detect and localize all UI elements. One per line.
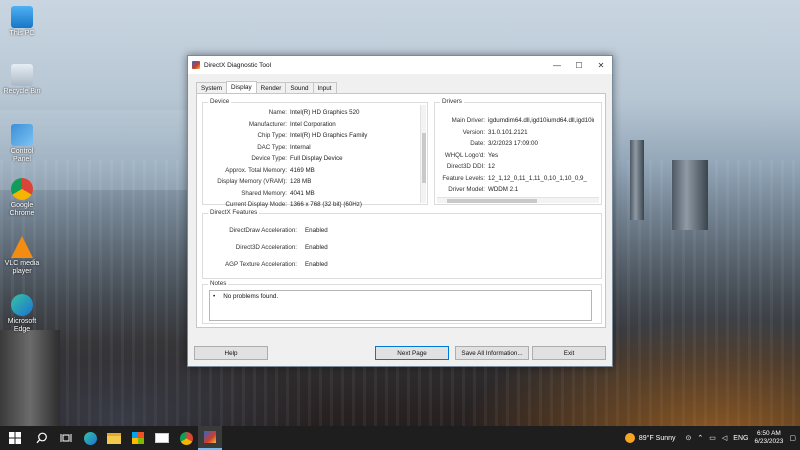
- windows-icon: [9, 432, 21, 444]
- taskbar-mail[interactable]: [150, 426, 174, 450]
- directx-window: DirectX Diagnostic Tool — ☐ ✕ System Dis…: [187, 55, 613, 367]
- driver-row: Direct3D DDI: 12: [446, 163, 495, 170]
- save-all-button[interactable]: Save All Information...: [455, 346, 529, 360]
- people-icon[interactable]: ⊙: [686, 434, 692, 442]
- drivers-group-title: Drivers: [440, 98, 464, 105]
- device-row: Shared Memory: 4041 MB: [241, 189, 315, 197]
- vlc-icon: [11, 236, 33, 258]
- directx-icon: [204, 431, 216, 443]
- taskbar-file-explorer[interactable]: [102, 426, 126, 450]
- clock[interactable]: 6:50 AM 6/23/2023: [754, 430, 783, 446]
- desktop-icon-control-panel[interactable]: Control Panel: [2, 124, 42, 164]
- directx-icon: [192, 61, 200, 69]
- taskbar: 89°F Sunny ⊙ ⌃ ▭ ◁ ENG 6:50 AM 6/23/2023…: [0, 426, 800, 450]
- clock-time: 6:50 AM: [756, 430, 781, 437]
- help-button[interactable]: Help: [194, 346, 268, 360]
- device-row: Device Type: Full Display Device: [251, 155, 343, 162]
- notes-group-title: Notes: [208, 280, 229, 287]
- wallpaper-tower: [672, 160, 708, 230]
- notification-icon[interactable]: ▢: [789, 434, 796, 442]
- search-button[interactable]: [30, 426, 54, 450]
- start-button[interactable]: [0, 426, 30, 450]
- device-row: Approx. Total Memory: 4169 MB: [225, 166, 315, 174]
- network-icon[interactable]: ▭: [709, 434, 716, 442]
- system-tray: 89°F Sunny ⊙ ⌃ ▭ ◁ ENG 6:50 AM 6/23/2023…: [624, 426, 796, 450]
- desktop-icon-chrome[interactable]: Google Chrome: [2, 178, 42, 218]
- search-icon: [36, 432, 47, 444]
- next-page-button[interactable]: Next Page: [375, 346, 449, 360]
- desktop-icon-edge[interactable]: Microsoft Edge: [2, 294, 42, 334]
- clock-date: 6/23/2023: [754, 438, 784, 445]
- features-group: DirectX Features DirectDraw Acceleration…: [202, 209, 602, 279]
- taskbar-edge[interactable]: [78, 426, 102, 450]
- close-button[interactable]: ✕: [590, 56, 612, 74]
- folder-icon: [107, 432, 121, 444]
- edge-icon: [11, 294, 33, 316]
- display-panel: Device Name: Intel(R) HD Graphics 520 Man…: [196, 93, 606, 328]
- chevron-up-icon[interactable]: ⌃: [697, 434, 703, 442]
- desktop-icon-recycle-bin[interactable]: Recycle Bin: [2, 64, 42, 96]
- language-indicator[interactable]: ENG: [733, 435, 748, 442]
- device-row: Current Display Mode: 1366 x 768 (32 bit)…: [225, 201, 362, 208]
- driver-row: Version: 31.0.101.2121: [462, 128, 528, 136]
- device-scrollbar-thumb[interactable]: [422, 133, 426, 183]
- volume-icon[interactable]: ◁: [722, 434, 727, 442]
- device-row: Chip Type: Intel(R) HD Graphics Family: [257, 132, 368, 139]
- desktop-icon-vlc[interactable]: VLC media player: [2, 236, 42, 276]
- weather-icon: [624, 433, 635, 443]
- minimize-button[interactable]: —: [546, 56, 568, 74]
- driver-row: Driver Model: WDDM 2.1: [448, 186, 519, 193]
- store-icon: [132, 432, 144, 444]
- driver-row: Feature Levels: 12_1,12_0,11_1,11_0,10_1,…: [442, 174, 587, 182]
- feature-row: AGP Texture Acceleration: Enabled: [225, 261, 328, 268]
- driver-row: WHQL Logo'd: Yes: [444, 151, 499, 159]
- recycle-bin-icon: [11, 64, 33, 86]
- task-view-button[interactable]: [54, 426, 78, 450]
- drivers-scrollbar-thumb[interactable]: [447, 199, 537, 203]
- device-row: Manufacturer: Intel Corporation: [248, 120, 336, 128]
- chrome-icon: [179, 431, 193, 445]
- device-row: Name: Intel(R) HD Graphics 520: [268, 109, 360, 116]
- feature-row: Direct3D Acceleration: Enabled: [235, 244, 328, 251]
- device-group-title: Device: [208, 98, 232, 105]
- notes-group: Notes • No problems found.: [202, 280, 602, 324]
- device-group: Device Name: Intel(R) HD Graphics 520 Man…: [202, 98, 428, 208]
- drivers-scrollbar[interactable]: [437, 197, 599, 203]
- window-title: DirectX Diagnostic Tool: [204, 61, 272, 69]
- taskbar-store[interactable]: [126, 426, 150, 450]
- drivers-group: Drivers Main Driver: igdumdim64.dll,igd10…: [434, 98, 602, 205]
- weather-text[interactable]: 89°F Sunny: [639, 435, 676, 442]
- this-pc-icon: [11, 6, 33, 28]
- wallpaper-tower: [0, 330, 60, 426]
- taskbar-chrome[interactable]: [174, 426, 198, 450]
- features-group-title: DirectX Features: [208, 209, 260, 216]
- device-row: DAC Type: Internal: [257, 143, 311, 151]
- mail-icon: [155, 433, 169, 443]
- control-panel-icon: [11, 124, 33, 146]
- device-row: Display Memory (VRAM): 128 MB: [217, 178, 312, 185]
- task-view-icon: [60, 434, 72, 442]
- device-scrollbar[interactable]: [420, 105, 426, 203]
- exit-button[interactable]: Exit: [532, 346, 606, 360]
- chrome-icon: [11, 178, 33, 200]
- taskbar-directx[interactable]: [198, 426, 222, 450]
- notes-textbox[interactable]: • No problems found.: [209, 290, 592, 321]
- driver-row: Date: 3/2/2023 17:09:00: [470, 140, 538, 147]
- maximize-button[interactable]: ☐: [568, 56, 590, 74]
- driver-row: Main Driver: igdumdim64.dll,igd10iumd64.d…: [451, 117, 594, 124]
- window-titlebar[interactable]: DirectX Diagnostic Tool — ☐ ✕: [188, 56, 612, 74]
- desktop-icon-this-pc[interactable]: This PC: [2, 6, 42, 38]
- edge-icon: [83, 431, 97, 445]
- bullet-icon: •: [213, 293, 216, 300]
- wallpaper-tower: [630, 140, 644, 220]
- notes-item: • No problems found.: [213, 293, 279, 300]
- feature-row: DirectDraw Acceleration: Enabled: [229, 227, 328, 234]
